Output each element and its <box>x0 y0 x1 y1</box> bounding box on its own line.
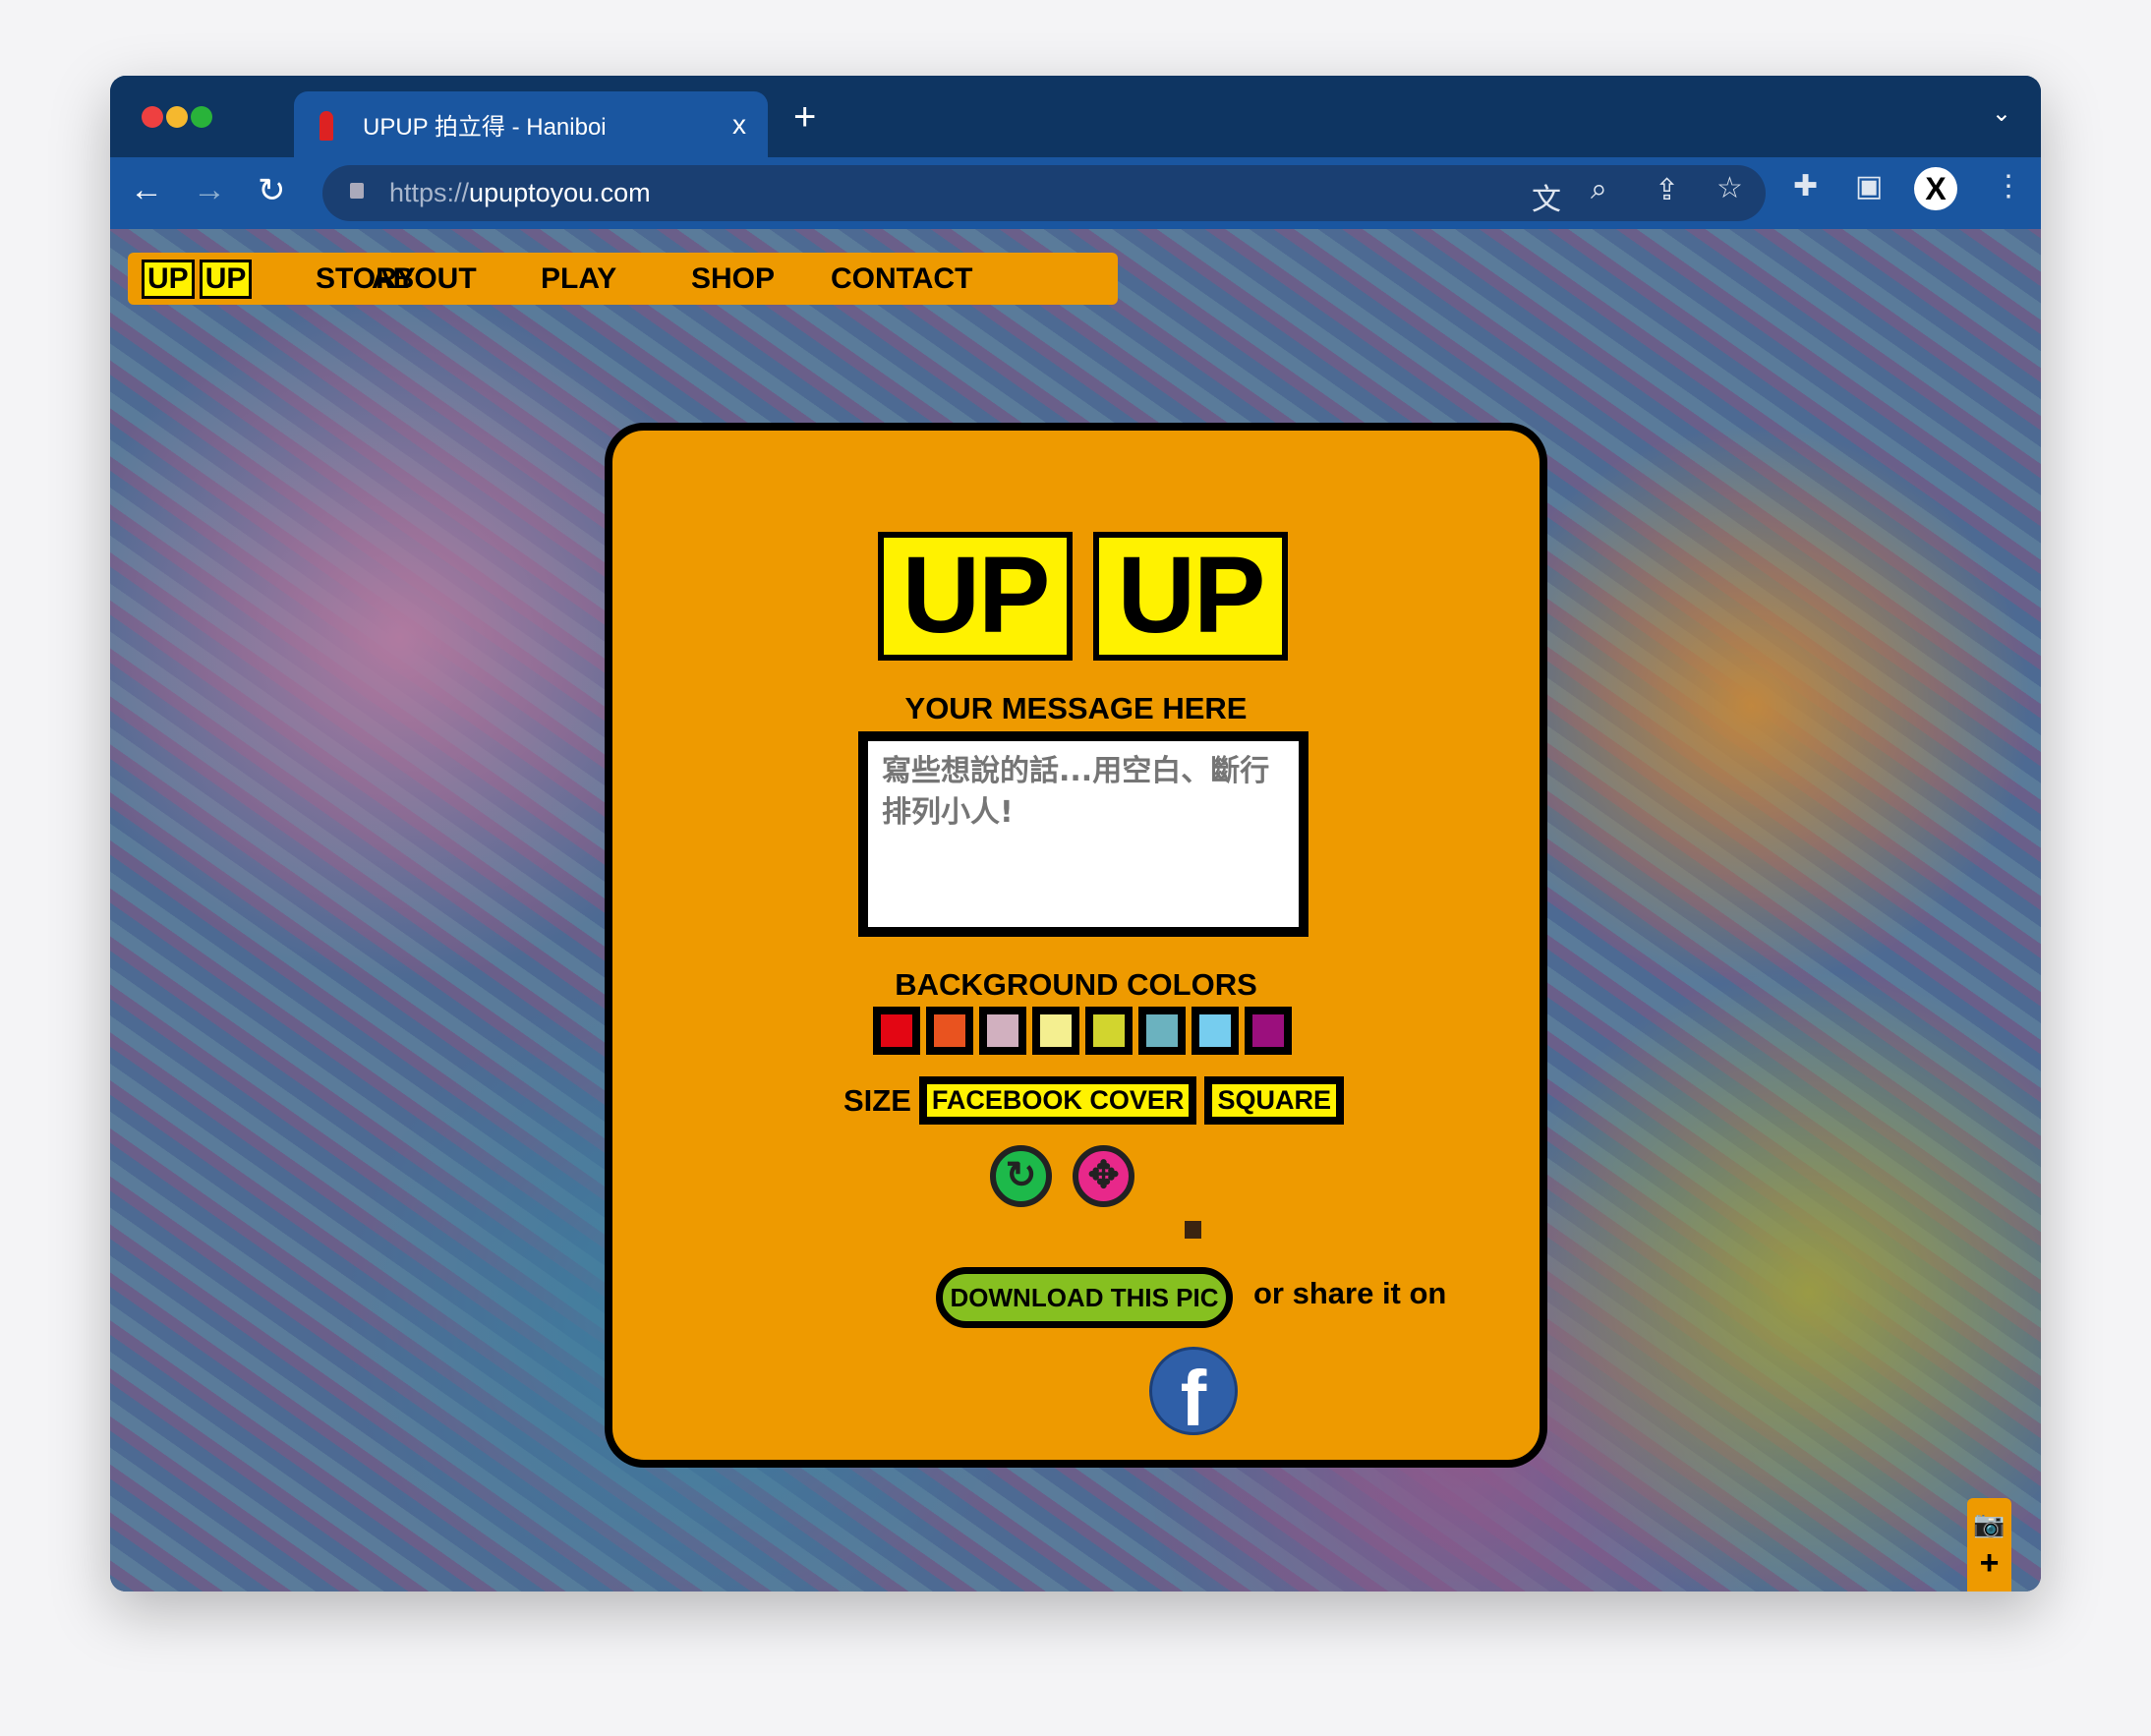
share-icon[interactable]: ⇪ <box>1655 173 1679 207</box>
extensions-icon[interactable]: ✚ <box>1793 169 1818 203</box>
logo-part: UP <box>1093 532 1288 661</box>
upup-logo: UP UP <box>878 532 1288 661</box>
color-swatch[interactable] <box>1138 1007 1186 1055</box>
new-tab-button[interactable]: + <box>793 95 816 140</box>
logo-part: UP <box>142 259 195 299</box>
browser-tab[interactable]: UPUP 拍立得 - Haniboi x <box>294 91 768 157</box>
message-label: YOUR MESSAGE HERE <box>904 691 1248 725</box>
maximize-window-button[interactable] <box>191 106 212 128</box>
size-square-button[interactable]: SQUARE <box>1204 1076 1344 1125</box>
nav-play[interactable]: PLAY <box>541 262 616 296</box>
back-icon[interactable]: ← <box>130 171 163 209</box>
minimize-window-button[interactable] <box>166 106 188 128</box>
size-facebook-cover-button[interactable]: FACEBOOK COVER <box>918 1076 1197 1125</box>
color-swatch[interactable] <box>1085 1007 1133 1055</box>
logo-part: UP <box>878 532 1073 661</box>
download-button[interactable]: DOWNLOAD THIS PIC <box>936 1267 1233 1328</box>
browser-window: UPUP 拍立得 - Haniboi x + ⌄ ← → ↻ https://u… <box>110 76 2041 1591</box>
menu-kebab-icon[interactable]: ⋮ <box>1994 169 2023 203</box>
map-controls: 📷 + − <box>1967 1498 2011 1591</box>
address-bar[interactable]: https://upuptoyou.com 文 ⌕ ⇪ ☆ <box>322 165 1766 221</box>
color-swatches <box>873 1007 1292 1055</box>
color-swatch[interactable] <box>1192 1007 1239 1055</box>
translate-icon[interactable]: 文 <box>1532 175 1561 218</box>
tab-bar: UPUP 拍立得 - Haniboi x + ⌄ <box>110 76 2041 157</box>
page-background-illustration: UP UP STORY ABOUT PLAY SHOP CONTACT UP UP … <box>110 229 2041 1591</box>
color-swatch[interactable] <box>873 1007 920 1055</box>
color-swatch[interactable] <box>1245 1007 1292 1055</box>
site-logo[interactable]: UP UP <box>142 259 253 299</box>
camera-icon[interactable]: 📷 <box>1967 1504 2011 1543</box>
close-tab-button[interactable]: x <box>732 109 746 141</box>
background-colors-label: BACKGROUND COLORS <box>895 967 1257 1002</box>
share-label: or share it on <box>1253 1276 1447 1310</box>
color-swatch[interactable] <box>1032 1007 1079 1055</box>
favicon-icon <box>320 111 333 141</box>
facebook-share-icon[interactable]: f <box>1149 1347 1238 1435</box>
color-swatch[interactable] <box>979 1007 1026 1055</box>
zoom-out-button[interactable]: − <box>1967 1583 2011 1591</box>
tab-search-chevron-icon[interactable]: ⌄ <box>1992 99 2011 128</box>
bookmark-star-icon[interactable]: ☆ <box>1716 171 1743 205</box>
zoom-out-icon[interactable]: ⌕ <box>1591 173 1607 206</box>
color-swatch[interactable] <box>926 1007 973 1055</box>
tab-title: UPUP 拍立得 - Haniboi <box>363 114 607 141</box>
url-host: upuptoyou.com <box>469 178 651 207</box>
nav-shop[interactable]: SHOP <box>691 262 775 296</box>
zoom-in-button[interactable]: + <box>1967 1543 2011 1583</box>
forward-icon[interactable]: → <box>193 171 226 209</box>
logo-part: UP <box>199 259 253 299</box>
photo-maker-panel: UPUP YOUR MESSAGE HERE BACKGROUND COLORS… <box>605 423 1547 1468</box>
browser-toolbar: ← → ↻ https://upuptoyou.com 文 ⌕ ⇪ ☆ ✚ ▣ … <box>110 157 2041 229</box>
side-panel-icon[interactable]: ▣ <box>1855 169 1883 203</box>
url-protocol: https:// <box>389 178 470 207</box>
size-selector: SIZE FACEBOOK COVER SQUARE <box>843 1076 1344 1125</box>
preview-dot <box>1185 1221 1201 1239</box>
nav-about[interactable]: ABOUT <box>372 262 477 296</box>
size-label: SIZE <box>843 1082 911 1118</box>
close-window-button[interactable] <box>142 106 163 128</box>
nav-contact[interactable]: CONTACT <box>831 262 972 296</box>
site-nav: UP UP STORY ABOUT PLAY SHOP CONTACT <box>128 253 1118 305</box>
message-input[interactable] <box>858 731 1308 937</box>
refresh-icon[interactable]: ↻ <box>990 1145 1052 1207</box>
profile-avatar[interactable]: X <box>1914 167 1957 210</box>
lock-icon <box>350 183 364 199</box>
reload-icon[interactable]: ↻ <box>258 171 286 210</box>
move-icon[interactable]: ✥ <box>1073 1145 1134 1207</box>
